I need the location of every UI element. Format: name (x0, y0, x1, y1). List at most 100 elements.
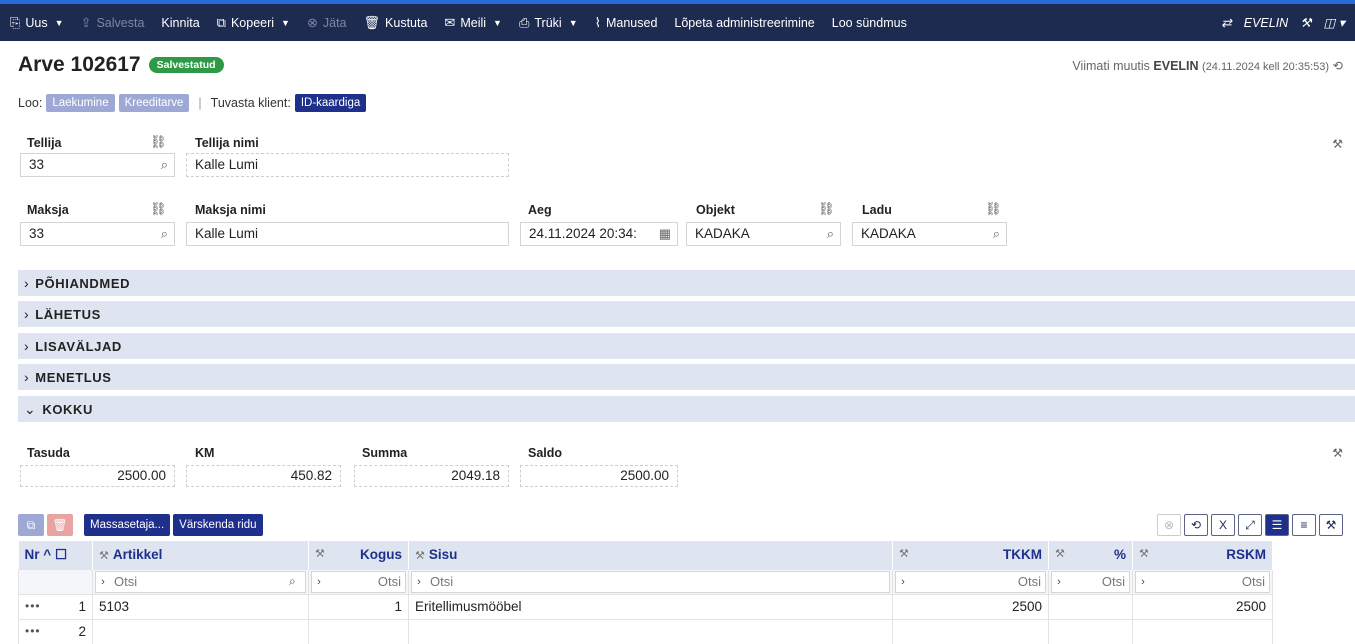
list-view-alt-icon[interactable]: ≡ (1292, 514, 1316, 536)
pay-value: 2500.00 (20, 465, 175, 487)
wrench-icon[interactable]: ⚒ (1332, 137, 1343, 151)
user-label[interactable]: EVELIN (1244, 16, 1288, 30)
undo-icon[interactable]: ⟲ (1184, 514, 1208, 536)
col-nr[interactable]: Nr ^ ☐ (18, 541, 93, 569)
search-icon[interactable]: ⌕ (161, 157, 168, 173)
row-menu-icon[interactable]: ••• (25, 599, 41, 613)
drop-button[interactable]: ⊗ Jäta (307, 16, 347, 30)
chevron-right-icon: › (1057, 575, 1061, 588)
credit-invoice-button[interactable]: Kreeditarve (118, 94, 190, 112)
col-tkkm[interactable]: ⚒ TKKM (892, 541, 1049, 569)
history-icon[interactable]: ⟲ (1333, 59, 1343, 73)
wrench-icon[interactable]: ⚒ (1055, 547, 1065, 560)
grid-header: Nr ^ ☐ ⚒ Artikkel ⚒ Kogus ⚒ Sisu ⚒ TKKM ⚒% ⚒… (18, 541, 1273, 569)
cell-pct[interactable] (1048, 618, 1133, 644)
time-input[interactable]: 24.11.2024 20:34: ▦ (520, 222, 678, 246)
link-icon[interactable]: ⛓ (150, 134, 167, 150)
payment-button[interactable]: Laekumine (46, 94, 115, 112)
cell-article[interactable] (92, 618, 309, 644)
layout-icon[interactable]: ◫ ▾ (1323, 15, 1345, 30)
wrench-icon[interactable]: ⚒ (99, 550, 109, 562)
new-button[interactable]: ⎘ Uus ▼ (10, 16, 64, 30)
cell-article[interactable]: 5103 (92, 593, 309, 620)
wrench-icon[interactable]: ⚒ (1139, 547, 1149, 560)
copy-button[interactable]: ⧉ Kopeeri ▼ (217, 16, 290, 30)
col-content[interactable]: ⚒ Sisu (408, 541, 893, 569)
section-menetlus[interactable]: › MENETLUS (18, 364, 1355, 390)
col-pct[interactable]: ⚒% (1048, 541, 1133, 569)
table-row[interactable]: ••• 1 5103 1 Eritellimusmööbel 2500 2500 (18, 593, 1273, 620)
col-qty[interactable]: ⚒ Kogus (308, 541, 409, 569)
vat-label: KM (195, 446, 215, 460)
col-article[interactable]: ⚒ Artikkel (92, 541, 309, 569)
chevron-right-icon: › (901, 575, 905, 588)
chevron-down-icon: ▼ (568, 17, 578, 28)
print-button[interactable]: ⎙ Trüki ▼ (519, 16, 578, 30)
cell-tkkm[interactable]: 2500 (892, 593, 1049, 620)
mail-icon: ✉ (444, 15, 456, 30)
table-row[interactable]: ••• 2 (18, 618, 1273, 644)
chevron-right-icon: › (1141, 575, 1145, 588)
cell-tkkm[interactable] (892, 618, 1049, 644)
confirm-button[interactable]: Kinnita (161, 16, 199, 30)
list-view-icon[interactable]: ☰ (1265, 514, 1289, 536)
link-icon[interactable]: ⛓ (985, 201, 1002, 217)
wrench-icon[interactable]: ⚒ (899, 547, 909, 560)
delete-button[interactable]: 🗑 Kustuta (364, 16, 428, 30)
wrench-icon[interactable]: ⚒ (1319, 514, 1343, 536)
wrench-icon[interactable]: ⚒ (1332, 446, 1343, 460)
mass-setter-button[interactable]: Massasetaja... (84, 514, 171, 536)
section-kokku[interactable]: ⌄ KOKKU (18, 396, 1355, 422)
search-icon[interactable]: ⌕ (161, 226, 168, 242)
wrench-icon[interactable]: ⚒ (1300, 15, 1311, 30)
end-admin-button[interactable]: Lõpeta administreerimine (674, 16, 814, 30)
refresh-rows-button[interactable]: Värskenda ridu (173, 514, 263, 536)
payer-name-input[interactable]: Kalle Lumi (186, 222, 509, 246)
delete-row-button[interactable]: 🗑 (47, 514, 73, 536)
warehouse-input[interactable]: KADAKA ⌕ (852, 222, 1007, 246)
payer-input[interactable]: 33 ⌕ (20, 222, 175, 246)
search-icon[interactable]: ⌕ (827, 226, 834, 242)
calendar-icon[interactable]: ▦ (659, 226, 671, 242)
cell-pct[interactable] (1048, 593, 1133, 620)
row-menu-icon[interactable]: ••• (25, 624, 41, 638)
wrench-icon[interactable]: ⚒ (415, 550, 425, 562)
pct-filter[interactable]: › Otsi (1051, 570, 1130, 593)
link-icon[interactable]: ⛓ (150, 201, 167, 217)
save-button[interactable]: ⇪ Salvesta (81, 16, 145, 30)
wrench-icon[interactable]: ⚒ (315, 547, 325, 560)
clear-icon[interactable]: ⊗ (1157, 514, 1181, 536)
create-event-button[interactable]: Loo sündmus (832, 16, 907, 30)
copy-row-button[interactable]: ⧉ (18, 514, 44, 536)
cell-qty[interactable]: 1 (308, 593, 409, 620)
section-pohiandmed[interactable]: › PÕHIANDMED (18, 270, 1355, 296)
mail-button[interactable]: ✉ Meili ▼ (444, 16, 502, 30)
time-label: Aeg (528, 203, 552, 217)
article-filter[interactable]: › Otsi ⌕ (95, 570, 306, 593)
qty-filter[interactable]: › Otsi (311, 570, 406, 593)
orderer-name-label: Tellija nimi (195, 136, 259, 150)
cell-rskm[interactable] (1132, 618, 1273, 644)
expand-icon[interactable]: ⤢ (1238, 514, 1262, 536)
col-rskm[interactable]: ⚒ RSKM (1132, 541, 1273, 569)
link-icon[interactable]: ⛓ (818, 201, 835, 217)
orderer-input[interactable]: 33 ⌕ (20, 153, 175, 177)
rskm-filter[interactable]: › Otsi (1135, 570, 1270, 593)
content-filter[interactable]: › Otsi (411, 570, 890, 593)
cell-rskm[interactable]: 2500 (1132, 593, 1273, 620)
cell-content[interactable] (408, 618, 893, 644)
select-all-checkbox[interactable]: ☐ (55, 547, 67, 562)
cell-content[interactable]: Eritellimusmööbel (408, 593, 893, 620)
cell-qty[interactable] (308, 618, 409, 644)
object-input[interactable]: KADAKA ⌕ (686, 222, 841, 246)
search-icon[interactable]: ⌕ (993, 226, 1000, 242)
switch-arrows-icon[interactable]: ⇄ (1221, 15, 1231, 30)
tkkm-filter[interactable]: › Otsi (895, 570, 1046, 593)
section-lahetus[interactable]: › LÄHETUS (18, 301, 1355, 327)
section-lisavaljad[interactable]: › LISAVÄLJAD (18, 333, 1355, 359)
attachments-button[interactable]: ⌇ Manused (595, 16, 658, 30)
search-icon[interactable]: ⌕ (289, 574, 305, 589)
excel-icon[interactable]: X (1211, 514, 1235, 536)
id-card-button[interactable]: ID-kaardiga (294, 94, 367, 112)
chevron-right-icon: › (101, 575, 105, 588)
